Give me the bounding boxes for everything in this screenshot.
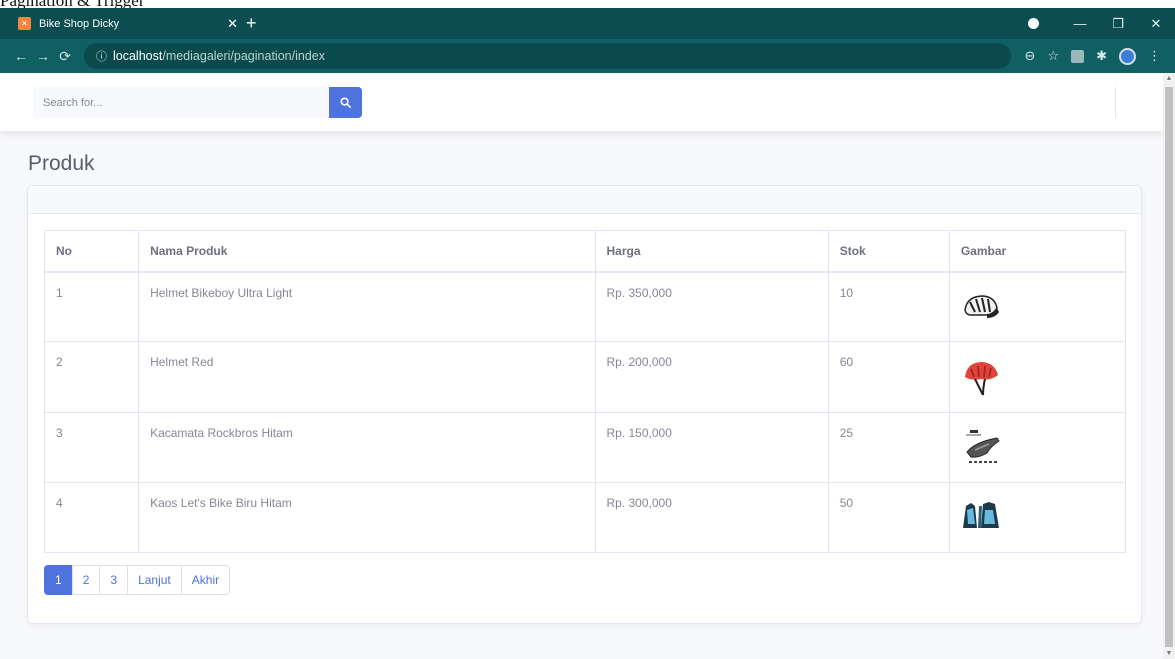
- cell-stok: 25: [827, 412, 950, 483]
- page-scrollbar[interactable]: ▲ ▼: [1163, 73, 1175, 659]
- close-window-icon[interactable]: ✕: [1137, 16, 1175, 32]
- arrow-right-icon[interactable]: →: [32, 48, 54, 64]
- cell-nama: Helmet Red: [138, 341, 596, 413]
- cell-stok: 50: [827, 482, 950, 553]
- scroll-thumb[interactable]: [1165, 87, 1173, 647]
- product-table: No Nama Produk Harga Stok Gambar 1 Helme…: [43, 230, 1127, 553]
- url-field[interactable]: ⓘ localhost/mediagaleri/pagination/index: [84, 43, 1011, 69]
- page-2-link[interactable]: 2: [71, 565, 101, 595]
- search-input[interactable]: [33, 87, 329, 118]
- table-row: 1 Helmet Bikeboy Ultra Light Rp. 350,000…: [43, 271, 1127, 342]
- sunglasses-image: [965, 430, 1000, 463]
- red-helmet-image: [964, 362, 998, 396]
- kebab-menu-icon[interactable]: ⋮: [1148, 48, 1161, 64]
- url-path: /mediagaleri/pagination/index: [162, 49, 325, 63]
- browser-tab[interactable]: ✕ Bike Shop Dicky ✕: [18, 8, 240, 39]
- jersey-image: [962, 502, 999, 528]
- product-card: No Nama Produk Harga Stok Gambar 1 Helme…: [27, 185, 1142, 624]
- tab-close-icon[interactable]: ✕: [227, 16, 238, 32]
- header-nama-produk: Nama Produk: [138, 230, 596, 273]
- info-icon[interactable]: ⓘ: [96, 48, 107, 64]
- profile-menu-icon[interactable]: [1028, 18, 1039, 29]
- card-header: [28, 186, 1141, 214]
- document-caption: Pagination & Trigger: [0, 0, 145, 8]
- table-row: 2 Helmet Red Rp. 200,000 60: [43, 341, 1127, 413]
- header-harga: Harga: [594, 230, 829, 273]
- header-no: No: [43, 230, 140, 273]
- page-viewport: Produk No Nama Produk Harga Stok Gambar …: [0, 73, 1163, 659]
- search-group: [33, 87, 362, 118]
- cell-no: 3: [43, 412, 140, 483]
- browser-address-bar: ← → ⟳ ⓘ localhost/mediagaleri/pagination…: [0, 39, 1175, 73]
- header-gambar: Gambar: [948, 230, 1127, 273]
- url-host: localhost: [113, 49, 163, 63]
- cell-harga: Rp. 150,000: [594, 412, 829, 483]
- scroll-down-icon[interactable]: ▼: [1163, 650, 1175, 657]
- cell-no: 1: [43, 271, 140, 342]
- cell-stok: 10: [827, 271, 950, 342]
- xampp-favicon-icon: ✕: [18, 17, 31, 30]
- topbar: [0, 73, 1163, 131]
- browser-tab-bar: ✕ Bike Shop Dicky ✕ + — ❐ ✕: [0, 8, 1175, 39]
- puzzle-icon[interactable]: ✱: [1096, 48, 1107, 64]
- white-helmet-image: [964, 294, 999, 318]
- zoom-icon[interactable]: ⊖: [1025, 48, 1036, 64]
- page-1-link[interactable]: 1: [44, 565, 73, 595]
- search-button[interactable]: [329, 87, 362, 118]
- browser-toolbar-icons: ⊖ ☆ ✱ ⋮: [1019, 47, 1167, 65]
- reload-icon[interactable]: ⟳: [54, 48, 76, 65]
- avatar[interactable]: [1119, 47, 1136, 65]
- cell-gambar: [948, 271, 1127, 342]
- search-icon: [340, 97, 351, 108]
- cell-harga: Rp. 200,000: [594, 341, 829, 413]
- scroll-up-icon[interactable]: ▲: [1163, 75, 1175, 82]
- window-controls: — ❐ ✕: [1061, 8, 1175, 39]
- arrow-left-icon[interactable]: ←: [10, 48, 32, 64]
- header-stok: Stok: [827, 230, 950, 273]
- table-header-row: No Nama Produk Harga Stok Gambar: [43, 230, 1127, 273]
- cell-no: 2: [43, 341, 140, 413]
- topbar-divider: [1115, 87, 1116, 118]
- cell-nama: Helmet Bikeboy Ultra Light: [138, 271, 596, 342]
- table-row: 4 Kaos Let's Bike Biru Hitam Rp. 300,000…: [43, 482, 1127, 553]
- extension-icon[interactable]: [1071, 49, 1085, 63]
- cell-gambar: [948, 341, 1127, 413]
- page-3-link[interactable]: 3: [99, 565, 129, 595]
- cell-gambar: [948, 482, 1127, 553]
- restore-icon[interactable]: ❐: [1099, 16, 1137, 32]
- last-page-link[interactable]: Akhir: [180, 565, 231, 595]
- cell-nama: Kaos Let's Bike Biru Hitam: [138, 482, 596, 553]
- cell-no: 4: [43, 482, 140, 553]
- cell-harga: Rp. 300,000: [594, 482, 829, 553]
- minimize-icon[interactable]: —: [1061, 16, 1099, 31]
- cell-stok: 60: [827, 341, 950, 413]
- page-title: Produk: [28, 152, 95, 175]
- cell-harga: Rp. 350,000: [594, 271, 829, 342]
- cell-gambar: [948, 412, 1127, 483]
- cell-nama: Kacamata Rockbros Hitam: [138, 412, 596, 483]
- pagination: 1 2 3 Lanjut Akhir: [44, 565, 231, 595]
- new-tab-icon[interactable]: +: [246, 12, 257, 34]
- table-row: 3 Kacamata Rockbros Hitam Rp. 150,000 25: [43, 412, 1127, 483]
- star-icon[interactable]: ☆: [1047, 48, 1059, 64]
- tab-title: Bike Shop Dicky: [39, 17, 120, 30]
- next-page-link[interactable]: Lanjut: [127, 565, 182, 595]
